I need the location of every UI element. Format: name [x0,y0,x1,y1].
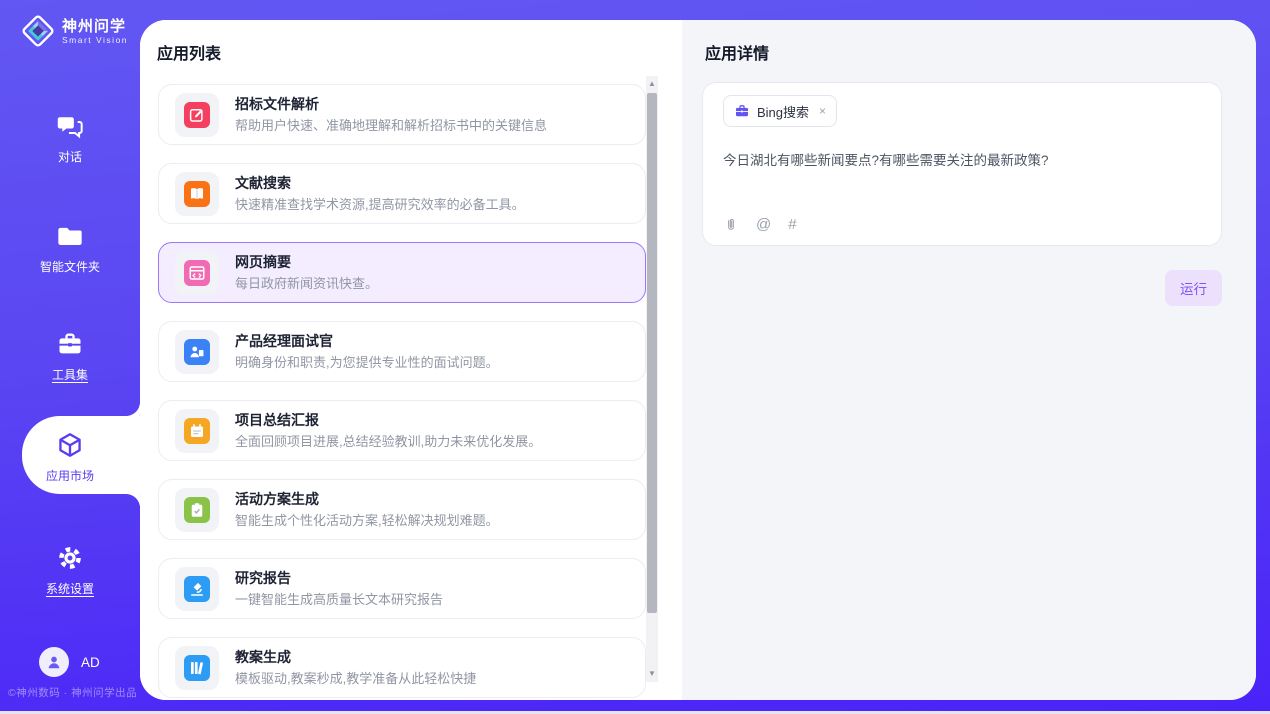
app-card-list: 招标文件解析 帮助用户快速、准确地理解和解析招标书中的关键信息 文献搜索 快速精… [158,84,646,700]
sidebar-item-label: 工具集 [0,366,140,383]
app-card-text: 教案生成 模板驱动,教案秒成,教学准备从此轻松快捷 [235,649,476,686]
chat-icon [56,112,84,140]
briefcase-icon [734,103,750,119]
question-text[interactable]: 今日湖北有哪些新闻要点?有哪些需要关注的最新政策? [723,152,1201,170]
hash-icon[interactable]: # [788,217,796,233]
app-icon-wrap [175,409,219,453]
app-card[interactable]: 活动方案生成 智能生成个性化活动方案,轻松解决规划难题。 [158,479,646,540]
app-card-title: 活动方案生成 [235,491,499,507]
app-card-text: 研究报告 一键智能生成高质量长文本研究报告 [235,570,443,607]
app-card-title: 研究报告 [235,570,443,586]
prompt-input-card[interactable]: Bing搜索 × 今日湖北有哪些新闻要点?有哪些需要关注的最新政策? @ # [702,82,1222,246]
app-card-title: 项目总结汇报 [235,412,541,428]
book-icon [184,181,210,207]
tool-chip-label: Bing搜索 [757,102,809,121]
sidebar-item-label: 对话 [0,148,140,165]
app-card-title: 招标文件解析 [235,96,547,112]
app-card-desc: 智能生成个性化活动方案,轻松解决规划难题。 [235,513,499,528]
sidebar-item-label: 系统设置 [0,580,140,597]
gear-icon [56,544,84,572]
sidebar-item-smart-folder[interactable]: 智能文件夹 [0,222,140,275]
app-card[interactable]: 研究报告 一键智能生成高质量长文本研究报告 [158,558,646,619]
scroll-up-icon[interactable]: ▲ [646,78,658,90]
sidebar-item-label: 智能文件夹 [0,258,140,275]
main-content: 应用列表 招标文件解析 帮助用户快速、准确地理解和解析招标书中的关键信息 文献搜… [140,20,1256,700]
app-card-text: 项目总结汇报 全面回顾项目进展,总结经验教训,助力未来优化发展。 [235,412,541,449]
avatar [39,647,69,677]
app-logo: 神州问学 Smart Vision [20,13,128,49]
app-icon-wrap [175,567,219,611]
folder-icon [56,222,84,250]
logo-subtitle: Smart Vision [62,35,128,45]
app-icon-wrap [175,93,219,137]
user-name: AD [81,655,100,670]
sidebar: 神州问学 Smart Vision 对话 智能文件夹 工具集 应用市场 [0,0,140,714]
mention-icon[interactable]: @ [756,217,771,233]
app-card-title: 产品经理面试官 [235,333,499,349]
app-card[interactable]: 文献搜索 快速精准查找学术资源,提高研究效率的必备工具。 [158,163,646,224]
app-card-desc: 全面回顾项目进展,总结经验教训,助力未来优化发展。 [235,434,541,449]
cube-icon [56,431,84,459]
toolbox-icon [56,330,84,358]
app-icon-wrap [175,330,219,374]
copyright-text: ©神州数码 · 神州问学出品 [8,685,140,700]
input-toolbar: @ # [723,217,797,233]
app-detail-panel: 应用详情 Bing搜索 × 今日湖北有哪些新闻要点?有哪些需要关注的最新政策? … [682,20,1256,700]
app-icon-wrap [175,488,219,532]
app-card[interactable]: 招标文件解析 帮助用户快速、准确地理解和解析招标书中的关键信息 [158,84,646,145]
app-icon-wrap [175,251,219,295]
app-card-text: 产品经理面试官 明确身份和职责,为您提供专业性的面试问题。 [235,333,499,370]
person-icon [44,652,64,672]
sidebar-item-chat[interactable]: 对话 [0,112,140,165]
logo-title: 神州问学 [62,18,128,35]
app-list-panel: 应用列表 招标文件解析 帮助用户快速、准确地理解和解析招标书中的关键信息 文献搜… [140,20,682,700]
user-account[interactable]: AD [39,647,100,677]
app-card-desc: 快速精准查找学术资源,提高研究效率的必备工具。 [235,197,525,212]
app-card-desc: 帮助用户快速、准确地理解和解析招标书中的关键信息 [235,118,547,133]
sidebar-item-settings[interactable]: 系统设置 [0,544,140,597]
app-icon-wrap [175,172,219,216]
run-row: 运行 [702,270,1222,306]
attachment-icon[interactable] [723,217,739,233]
app-card-text: 文献搜索 快速精准查找学术资源,提高研究效率的必备工具。 [235,175,525,212]
microscope-icon [184,576,210,602]
app-card-title: 教案生成 [235,649,476,665]
clipboard-check-icon [184,497,210,523]
interview-icon [184,339,210,365]
sidebar-item-label: 应用市场 [0,467,140,484]
sidebar-item-toolset[interactable]: 工具集 [0,330,140,383]
app-card-title: 网页摘要 [235,254,378,270]
chip-close-icon[interactable]: × [819,104,826,118]
tool-chip-bing-search[interactable]: Bing搜索 × [723,95,837,127]
app-card-desc: 一键智能生成高质量长文本研究报告 [235,592,443,607]
logo-diamond-icon [20,13,56,49]
scrollbar-thumb[interactable] [647,93,657,613]
books-icon [184,655,210,681]
app-list-title: 应用列表 [157,40,221,64]
app-card[interactable]: 网页摘要 每日政府新闻资讯快查。 [158,242,646,303]
browser-code-icon [184,260,210,286]
scrollbar[interactable]: ▲ ▼ [646,76,658,682]
app-card-text: 活动方案生成 智能生成个性化活动方案,轻松解决规划难题。 [235,491,499,528]
app-card-text: 网页摘要 每日政府新闻资讯快查。 [235,254,378,291]
app-detail-title: 应用详情 [705,40,769,64]
app-card[interactable]: 产品经理面试官 明确身份和职责,为您提供专业性的面试问题。 [158,321,646,382]
run-button[interactable]: 运行 [1165,270,1222,306]
app-card[interactable]: 教案生成 模板驱动,教案秒成,教学准备从此轻松快捷 [158,637,646,698]
app-card-text: 招标文件解析 帮助用户快速、准确地理解和解析招标书中的关键信息 [235,96,547,133]
sidebar-item-app-market[interactable]: 应用市场 [0,431,140,484]
app-card-title: 文献搜索 [235,175,525,191]
app-card-desc: 明确身份和职责,为您提供专业性的面试问题。 [235,355,499,370]
app-card-desc: 模板驱动,教案秒成,教学准备从此轻松快捷 [235,671,476,686]
app-card[interactable]: 项目总结汇报 全面回顾项目进展,总结经验教训,助力未来优化发展。 [158,400,646,461]
app-icon-wrap [175,646,219,690]
app-card-desc: 每日政府新闻资讯快查。 [235,276,378,291]
calendar-icon [184,418,210,444]
scroll-down-icon[interactable]: ▼ [646,668,658,680]
edit-square-icon [184,102,210,128]
